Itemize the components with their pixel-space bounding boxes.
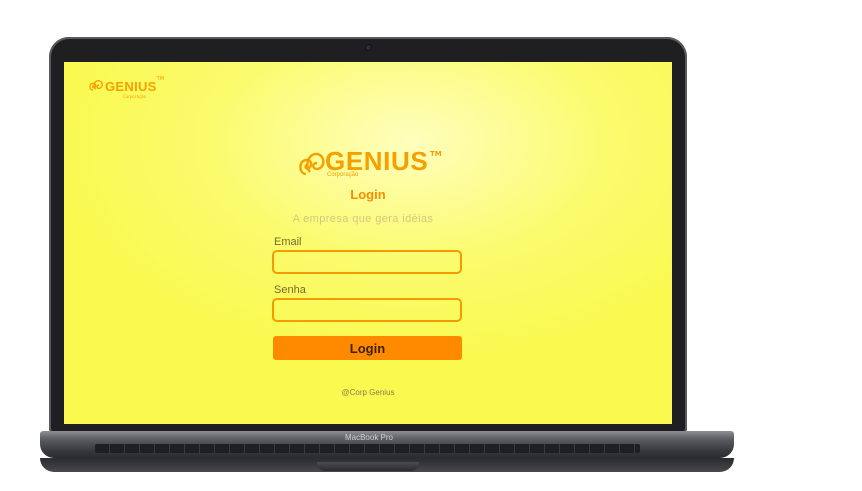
- password-field[interactable]: [272, 298, 462, 322]
- brand-name: GENIUS: [325, 146, 429, 176]
- email-label: Email: [274, 236, 302, 248]
- webcam-icon: [366, 45, 371, 50]
- swirl-logo-icon: [89, 80, 103, 91]
- footer-credit: @Corp Genius: [341, 388, 395, 397]
- swirl-logo-icon: [299, 152, 325, 176]
- main-logo: GENIUS TM Corporação: [297, 146, 447, 186]
- device-model-label: MacBook Pro: [344, 433, 394, 442]
- brand-trademark: TM: [430, 150, 442, 158]
- header-brand-subtitle: Corporação: [123, 94, 147, 99]
- header-logo[interactable]: GENIUSTM Corporação: [88, 76, 164, 99]
- header-brand-tm: TM: [156, 76, 165, 82]
- keyboard: [95, 444, 640, 453]
- brand-subtitle: Corporação: [327, 172, 359, 178]
- login-screen: GENIUSTM Corporação GENIUS TM Corporação…: [64, 62, 672, 424]
- password-label: Senha: [274, 284, 306, 296]
- tagline: A empresa que gera idéias: [292, 213, 434, 225]
- login-button[interactable]: Login: [273, 336, 462, 360]
- email-field[interactable]: [272, 250, 462, 274]
- page-title: Login: [350, 187, 386, 202]
- header-brand-name: GENIUS: [105, 79, 157, 94]
- trackpad-notch: [317, 462, 419, 471]
